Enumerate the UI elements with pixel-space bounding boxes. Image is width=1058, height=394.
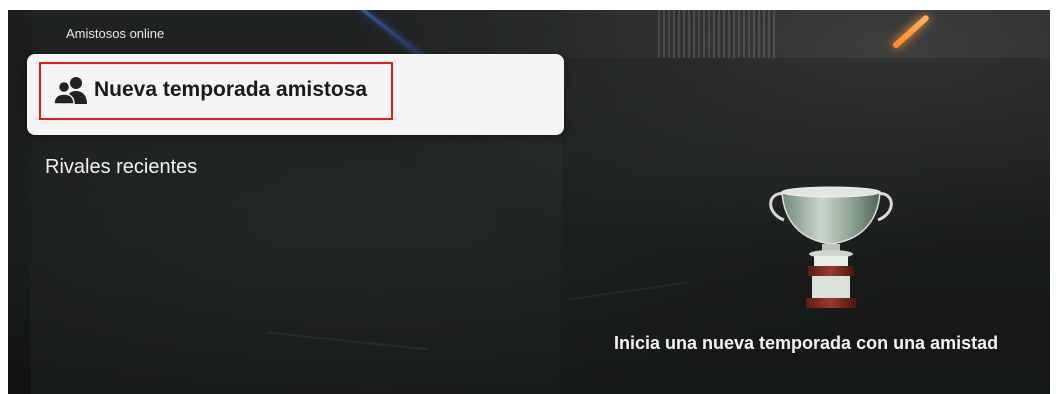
mode-description: Inicia una nueva temporada con una amist… (614, 333, 999, 353)
background-stadium-stripes (658, 10, 778, 58)
background-orange-light (891, 14, 931, 50)
menu-item-label: Nueva temporada amistosa (94, 78, 368, 101)
menu-item-new-friendly-season[interactable]: Nueva temporada amistosa (27, 54, 564, 135)
section-title: Amistosos online (66, 26, 165, 41)
group-icon (53, 77, 87, 105)
menu-item-recent-rivals[interactable]: Rivales recientes (45, 156, 197, 179)
trophy-image (769, 186, 893, 308)
game-screen: Amistosos online Nueva temporada amistos… (8, 10, 1050, 394)
